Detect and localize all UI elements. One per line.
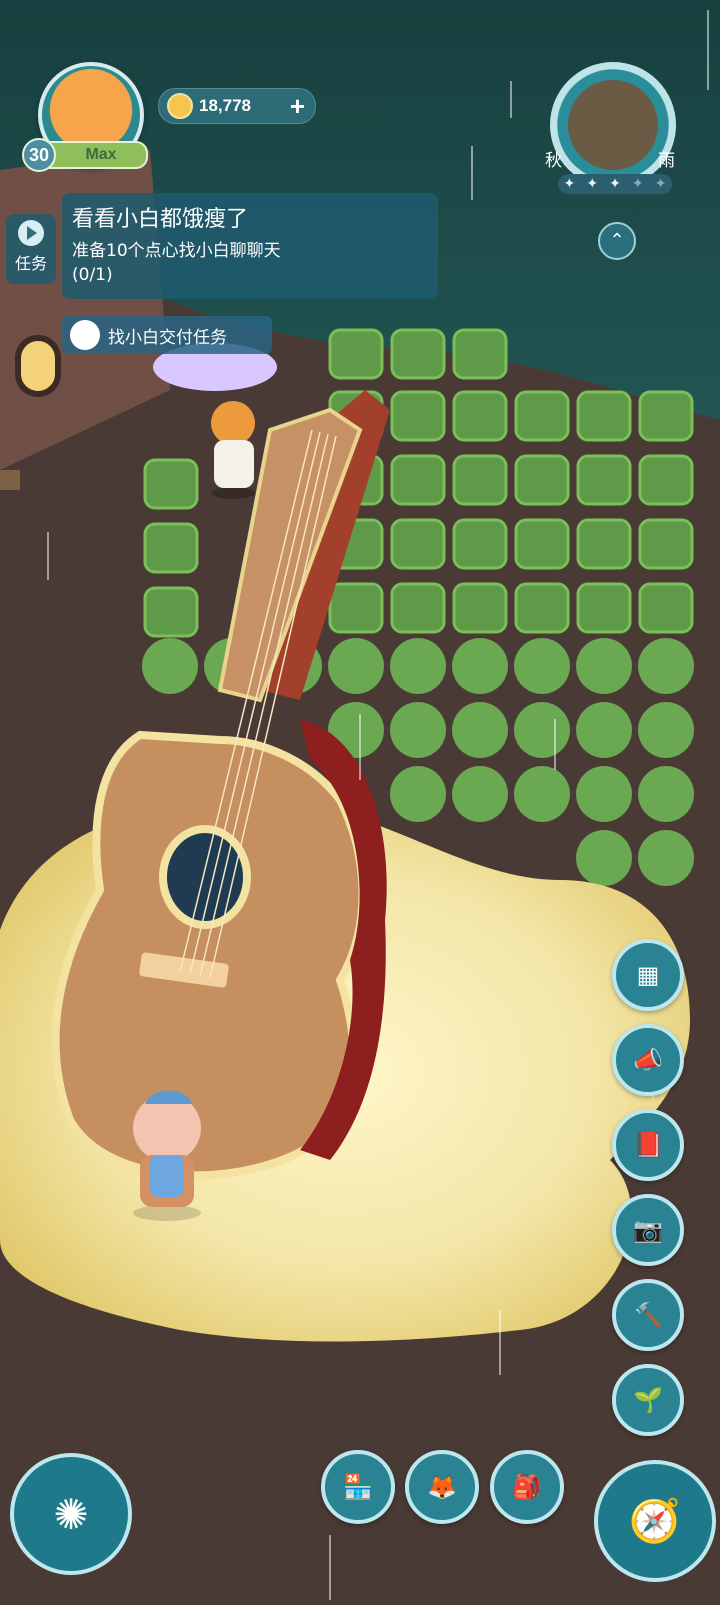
shop-icon: 🏪 xyxy=(343,1473,373,1501)
announcement-button[interactable]: 📣 xyxy=(612,1024,684,1096)
star-2: ✦ xyxy=(586,176,599,192)
task-panel[interactable]: 看看小白都饿瘦了 准备10个点心找小白聊聊天 (0/1) xyxy=(62,193,438,299)
level-badge: 30 Max xyxy=(22,138,148,172)
star-5: ✦ xyxy=(654,176,667,192)
star-4: ✦ xyxy=(631,176,644,192)
task-description: 准备10个点心找小白聊聊天 (0/1) xyxy=(72,239,281,287)
season-label: 秋 xyxy=(545,151,562,171)
add-coins-button[interactable]: + xyxy=(290,91,305,122)
expand-button[interactable]: ⌃ xyxy=(598,222,636,260)
camera-icon: 📷 xyxy=(633,1216,663,1244)
announcement-icon: 📣 xyxy=(633,1046,663,1074)
level-status: Max xyxy=(85,146,117,163)
coin-value: 18,778 xyxy=(199,96,251,115)
planting-button[interactable]: 🌱 xyxy=(612,1364,684,1436)
character-button[interactable]: 🦊 xyxy=(405,1450,479,1524)
backpack-icon: 🎒 xyxy=(512,1473,542,1501)
task-requirement: 准备10个点心找小白聊聊天 xyxy=(72,241,281,261)
compass-icon: 🧭 xyxy=(628,1496,682,1545)
star-1: ✦ xyxy=(563,176,576,192)
weather-stars: ✦ ✦ ✦ ✦ ✦ xyxy=(558,174,672,194)
compass-button[interactable]: 🧭 xyxy=(594,1460,716,1582)
task-title: 看看小白都饿瘦了 xyxy=(72,207,249,232)
play-arrow-icon xyxy=(18,220,44,246)
weather-label: 雨 xyxy=(658,151,675,171)
shop-button[interactable]: 🏪 xyxy=(321,1450,395,1524)
catalog-button[interactable]: ▦ xyxy=(612,939,684,1011)
hammer-button[interactable]: 🔨 xyxy=(612,1279,684,1351)
coin-icon xyxy=(167,93,193,119)
npc-delivery-hint[interactable]: 找小白交付任务 xyxy=(62,316,272,354)
catalog-icon: ▦ xyxy=(636,961,660,989)
sprout-icon: 🌱 xyxy=(633,1386,663,1414)
magic-circle-icon: ✺ xyxy=(53,1489,89,1539)
star-3: ✦ xyxy=(609,176,621,192)
backpack-button[interactable]: 🎒 xyxy=(490,1450,564,1524)
player-level: 30 xyxy=(22,138,56,172)
magic-circle-button[interactable]: ✺ xyxy=(10,1453,132,1575)
task-progress: (0/1) xyxy=(72,265,113,285)
task-tab[interactable]: 任务 xyxy=(6,214,56,284)
npc-icon xyxy=(70,320,100,350)
npc-hint-text: 找小白交付任务 xyxy=(108,327,227,348)
coin-counter: 18,778 + xyxy=(158,88,316,124)
camera-button[interactable]: 📷 xyxy=(612,1194,684,1266)
album-icon: 📕 xyxy=(633,1131,663,1159)
fox-icon: 🦊 xyxy=(427,1473,457,1501)
album-button[interactable]: 📕 xyxy=(612,1109,684,1181)
hammer-icon: 🔨 xyxy=(633,1301,663,1329)
task-tab-label: 任务 xyxy=(14,254,47,273)
